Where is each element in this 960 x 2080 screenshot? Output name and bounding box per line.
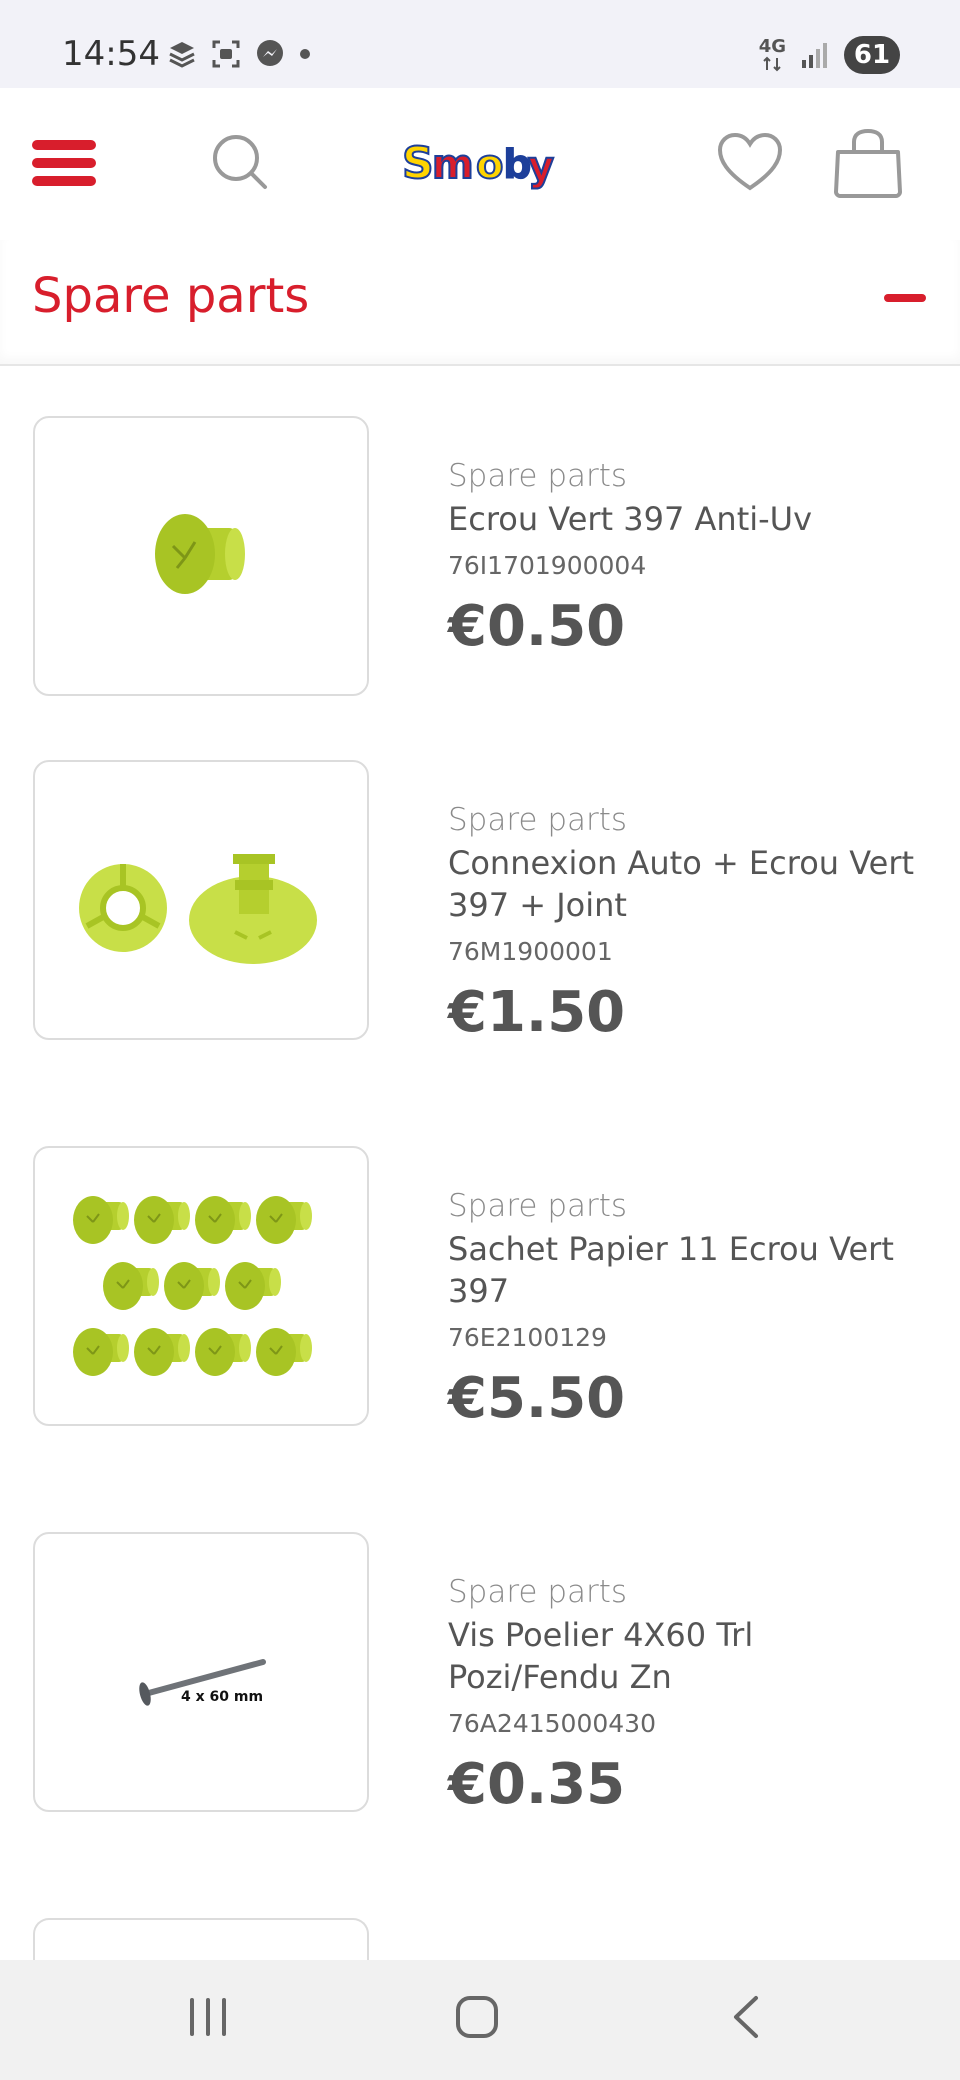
system-icons: 4G 61	[759, 36, 900, 74]
product-image[interactable]	[33, 416, 369, 696]
product-category: Spare parts	[448, 458, 628, 494]
screw-size-label: 4 x 60 mm	[181, 1689, 263, 1705]
dot-icon	[300, 49, 310, 59]
battery-indicator: 61	[844, 36, 900, 74]
smoby-logo[interactable]: S m o b y	[400, 130, 560, 196]
svg-text:y: y	[528, 144, 554, 190]
product-sku: 76I1701900004	[448, 551, 647, 580]
product-sku: 76E2100129	[448, 1323, 607, 1352]
notification-icons	[166, 38, 312, 70]
nut-bag-image	[72, 1195, 313, 1377]
signal-icon	[802, 43, 827, 68]
section-title: Spare parts	[32, 268, 310, 324]
app-header: S m o b y	[0, 88, 960, 238]
product-category: Spare parts	[448, 1188, 628, 1224]
product-price: €1.50	[448, 980, 626, 1045]
layers-icon	[169, 42, 195, 68]
product-sku: 76A2415000430	[448, 1709, 656, 1738]
product-image[interactable]: 4 x 60 mm	[33, 1532, 369, 1812]
back-icon	[734, 1996, 758, 2038]
svg-text:o: o	[476, 142, 503, 188]
shopping-bag-icon	[834, 128, 902, 198]
network-indicator: 4G	[759, 38, 786, 72]
network-label: 4G	[758, 36, 786, 57]
back-button[interactable]	[728, 1994, 764, 2044]
menu-button[interactable]	[32, 140, 96, 190]
svg-text:S: S	[402, 138, 434, 189]
product-price: €5.50	[448, 1366, 626, 1431]
recent-apps-button[interactable]	[186, 1994, 230, 2044]
green-nut-image	[155, 514, 245, 594]
search-button[interactable]	[210, 132, 270, 196]
system-navigation-bar	[0, 1960, 960, 2080]
home-icon	[456, 1996, 498, 2038]
data-arrows-icon	[763, 56, 782, 72]
product-name[interactable]: Sachet Papier 11 Ecrou Vert 397	[448, 1228, 928, 1312]
product-sku: 76M1900001	[448, 937, 613, 966]
product-name[interactable]: Ecrou Vert 397 Anti-Uv	[448, 498, 928, 540]
collapse-icon[interactable]	[884, 294, 926, 302]
product-name[interactable]: Vis Poelier 4X60 Trl Pozi/Fendu Zn	[448, 1614, 928, 1698]
product-category: Spare parts	[448, 1574, 628, 1610]
menu-icon	[32, 140, 96, 150]
status-time: 14:54	[62, 34, 160, 74]
messenger-icon	[257, 40, 283, 66]
product-category: Spare parts	[448, 802, 628, 838]
status-bar: 14:54 4G 61	[0, 0, 960, 88]
cart-button[interactable]	[830, 128, 906, 202]
svg-text:m: m	[432, 142, 474, 188]
section-header[interactable]: Spare parts	[0, 240, 960, 366]
product-image[interactable]	[33, 1146, 369, 1426]
home-button[interactable]	[454, 1994, 500, 2044]
product-price: €0.50	[448, 594, 626, 659]
screenshot-icon	[212, 40, 240, 68]
recent-apps-icon	[190, 1998, 226, 2036]
product-price: €0.35	[448, 1752, 626, 1817]
heart-icon	[717, 132, 783, 191]
search-icon	[213, 135, 267, 189]
screw-image: 4 x 60 mm	[139, 1659, 266, 1706]
product-name[interactable]: Connexion Auto + Ecrou Vert 397 + Joint	[448, 842, 928, 926]
product-image[interactable]	[33, 760, 369, 1040]
green-connector-image	[79, 854, 317, 964]
favorites-button[interactable]	[716, 132, 784, 198]
